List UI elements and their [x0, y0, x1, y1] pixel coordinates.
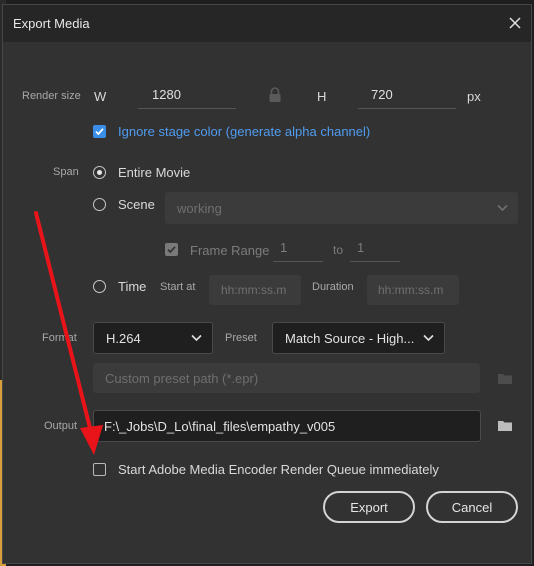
annotation-arrow	[34, 211, 103, 455]
